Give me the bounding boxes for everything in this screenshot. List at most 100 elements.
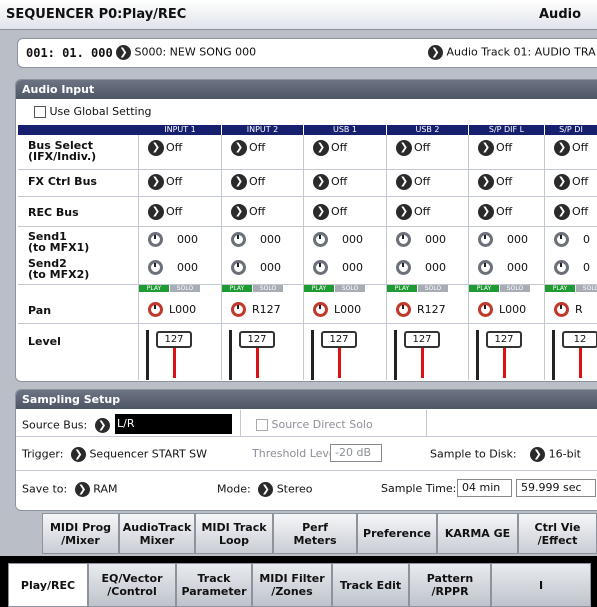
send-knob-icon[interactable] [313,260,328,275]
pan-cell[interactable]: L000 [148,302,196,317]
pan-knob-icon[interactable] [396,302,411,317]
bus_select-cell[interactable]: ❯ Off [478,140,512,156]
solo-badge[interactable]: SOLO [576,285,597,292]
rec_bus-cell[interactable]: ❯ Off [396,204,430,220]
level-fader[interactable]: 127 [146,330,196,380]
send1-cell[interactable]: 000 [148,232,198,247]
fx_ctrl-cell[interactable]: ❯ Off [148,174,182,190]
solo-badge[interactable]: SOLO [418,285,448,292]
bus_select-cell[interactable]: ❯ Off [554,140,588,156]
send2-cell[interactable]: 000 [478,260,528,275]
send2-cell[interactable]: 000 [313,260,363,275]
send2-cell[interactable]: 000 [148,260,198,275]
popup-arrow-icon[interactable]: ❯ [258,482,274,497]
send1-cell[interactable]: 000 [396,232,446,247]
send-knob-icon[interactable] [231,260,246,275]
fx_ctrl-cell[interactable]: ❯ Off [313,174,347,190]
fader-cap[interactable]: 127 [156,331,192,348]
tab-upper-4[interactable]: Preference [357,513,437,554]
play-badge[interactable]: PLAY [304,285,334,292]
threshold-field[interactable]: -20 dB [330,444,382,462]
checkbox-icon[interactable] [256,419,268,431]
rec_bus-cell[interactable]: ❯ Off [148,204,182,220]
send-knob-icon[interactable] [148,260,163,275]
popup-arrow-icon[interactable]: ❯ [70,447,86,462]
send-knob-icon[interactable] [554,232,569,247]
tab-upper-1[interactable]: AudioTrack Mixer [119,513,195,554]
tab-lower-0[interactable]: Play/REC [8,563,88,607]
solo-badge[interactable]: SOLO [253,285,283,292]
tab-lower-3[interactable]: MIDI Filter /Zones [252,563,332,607]
tab-lower-2[interactable]: Track Parameter [176,563,252,607]
send-knob-icon[interactable] [396,232,411,247]
send-knob-icon[interactable] [478,232,493,247]
popup-arrow-icon[interactable]: ❯ [554,204,570,220]
popup-arrow-icon[interactable]: ❯ [148,204,164,220]
send2-cell[interactable]: 0 [554,260,590,275]
popup-arrow-icon[interactable]: ❯ [313,140,329,156]
send-knob-icon[interactable] [148,232,163,247]
popup-arrow-icon[interactable]: ❯ [478,204,494,220]
solo-badge[interactable]: SOLO [335,285,365,292]
play-badge[interactable]: PLAY [545,285,575,292]
tab-upper-2[interactable]: MIDI Track Loop [195,513,273,554]
popup-arrow-icon[interactable]: ❯ [94,418,110,433]
send2-cell[interactable]: 000 [231,260,281,275]
rec_bus-cell[interactable]: ❯ Off [478,204,512,220]
tab-upper-0[interactable]: MIDI Prog /Mixer [42,513,119,554]
send2-cell[interactable]: 000 [396,260,446,275]
popup-arrow-icon[interactable]: ❯ [554,140,570,156]
send-knob-icon[interactable] [396,260,411,275]
send-knob-icon[interactable] [231,232,246,247]
popup-arrow-icon[interactable]: ❯ [313,204,329,220]
solo-badge[interactable]: SOLO [500,285,530,292]
fx_ctrl-cell[interactable]: ❯ Off [478,174,512,190]
popup-arrow-icon[interactable]: ❯ [148,140,164,156]
song-select-popup[interactable]: ❯ S000: NEW SONG 000 [116,45,256,60]
tab-upper-5[interactable]: KARMA GE [437,513,518,554]
pan-knob-icon[interactable] [148,302,163,317]
save-to-value[interactable]: RAM [93,483,117,496]
fx_ctrl-cell[interactable]: ❯ Off [554,174,588,190]
pan-knob-icon[interactable] [231,302,246,317]
popup-arrow-icon[interactable]: ❯ [396,174,412,190]
play-badge[interactable]: PLAY [139,285,169,292]
fx_ctrl-cell[interactable]: ❯ Off [231,174,265,190]
fader-cap[interactable]: 127 [486,331,522,348]
send-knob-icon[interactable] [313,232,328,247]
popup-arrow-icon[interactable]: ❯ [396,204,412,220]
tab-upper-6[interactable]: Ctrl Vie /Effect [518,513,597,554]
level-fader[interactable]: 12 [552,330,597,380]
pan-knob-icon[interactable] [554,302,569,317]
sample-time-sec[interactable]: 59.999 sec [516,479,596,497]
song-position[interactable]: 001: 01. 000 [26,46,113,60]
popup-arrow-icon[interactable]: ❯ [74,482,90,497]
fader-cap[interactable]: 127 [321,331,357,348]
trigger-value[interactable]: Sequencer START SW [89,448,207,461]
play-badge[interactable]: PLAY [387,285,417,292]
pan-cell[interactable]: L000 [478,302,526,317]
send1-cell[interactable]: 000 [231,232,281,247]
tab-lower-5[interactable]: Pattern /RPPR [409,563,491,607]
checkbox-icon[interactable] [34,106,46,118]
bus_select-cell[interactable]: ❯ Off [148,140,182,156]
level-fader[interactable]: 127 [476,330,526,380]
pan-cell[interactable]: R [554,302,583,317]
mode-value[interactable]: Stereo [277,483,313,496]
sample-time-min[interactable]: 04 min [457,479,512,497]
pan-cell[interactable]: R127 [396,302,446,317]
tab-upper-3[interactable]: Perf Meters [273,513,357,554]
tab-lower-1[interactable]: EQ/Vector /Control [88,563,176,607]
send1-cell[interactable]: 000 [478,232,528,247]
popup-arrow-icon[interactable]: ❯ [313,174,329,190]
popup-arrow-icon[interactable]: ❯ [478,174,494,190]
pan-cell[interactable]: L000 [313,302,361,317]
tab-lower-6[interactable]: I [491,563,591,607]
source-bus-value[interactable]: L/R [115,414,232,434]
level-fader[interactable]: 127 [311,330,361,380]
fader-cap[interactable]: 127 [404,331,440,348]
solo-badge[interactable]: SOLO [170,285,200,292]
rec_bus-cell[interactable]: ❯ Off [313,204,347,220]
send1-cell[interactable]: 000 [313,232,363,247]
rec_bus-cell[interactable]: ❯ Off [231,204,265,220]
